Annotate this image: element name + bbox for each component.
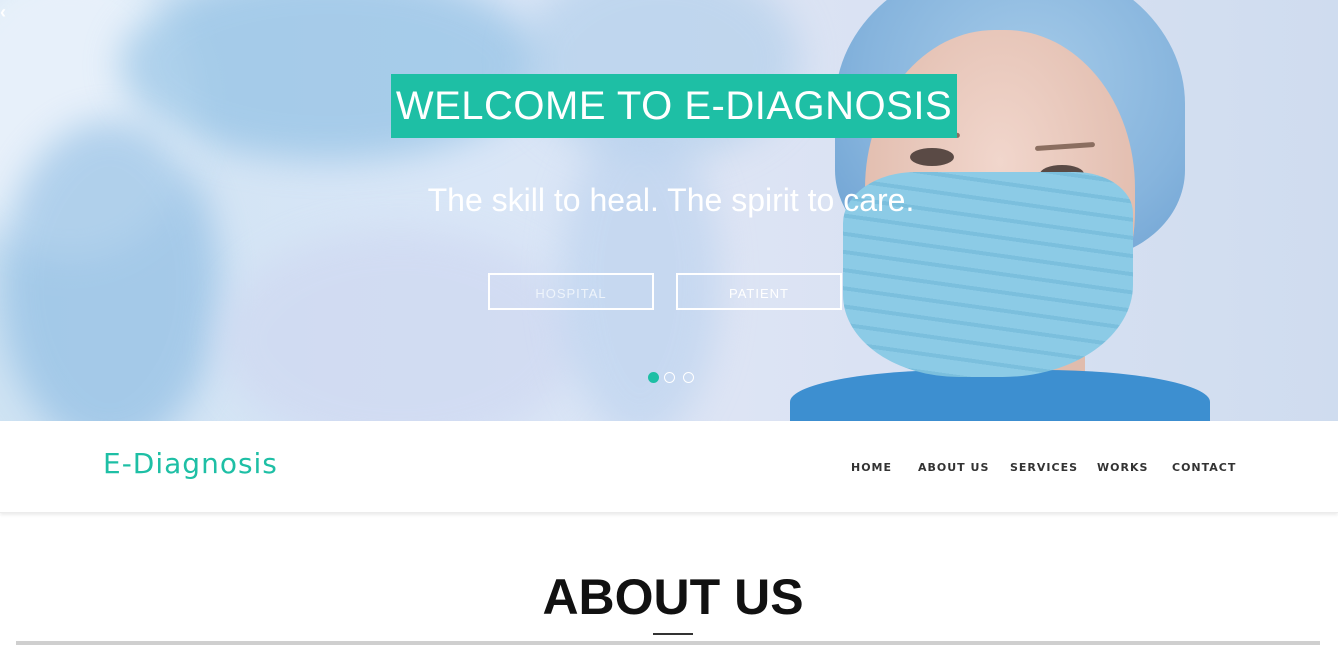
brand-logo-link[interactable]: E-Diagnosis xyxy=(103,447,278,480)
nav-about-us[interactable]: ABOUT US xyxy=(918,461,989,474)
nav-services[interactable]: SERVICES xyxy=(1010,461,1078,474)
section-scroll-divider xyxy=(16,641,1320,645)
main-navbar: E-Diagnosis HOME ABOUT US SERVICES WORKS… xyxy=(0,421,1338,513)
nav-contact[interactable]: CONTACT xyxy=(1172,461,1236,474)
carousel-dot-2[interactable] xyxy=(664,372,675,383)
nav-home[interactable]: HOME xyxy=(851,461,892,474)
about-section-title: ABOUT US xyxy=(542,569,804,625)
title-underline-divider xyxy=(653,633,693,635)
background-blur xyxy=(220,230,580,421)
hero-image-eye xyxy=(910,148,954,166)
hero-subtitle: The skill to heal. The spirit to care. xyxy=(427,182,915,218)
nav-works[interactable]: WORKS xyxy=(1097,461,1148,474)
hero-image-scrubs xyxy=(790,370,1210,421)
carousel-dot-1[interactable] xyxy=(648,372,659,383)
hospital-button[interactable]: HOSPITAL xyxy=(488,273,654,310)
background-blur xyxy=(560,120,720,421)
carousel-dot-3[interactable] xyxy=(683,372,694,383)
carousel-prev-icon[interactable]: ‹ xyxy=(0,2,6,23)
patient-button[interactable]: PATIENT xyxy=(676,273,842,310)
hero-title: WELCOME TO E-DIAGNOSIS xyxy=(391,74,957,138)
hero-carousel: ‹ WELCOME TO E-DIAGNOSIS The skill to he… xyxy=(0,0,1338,421)
